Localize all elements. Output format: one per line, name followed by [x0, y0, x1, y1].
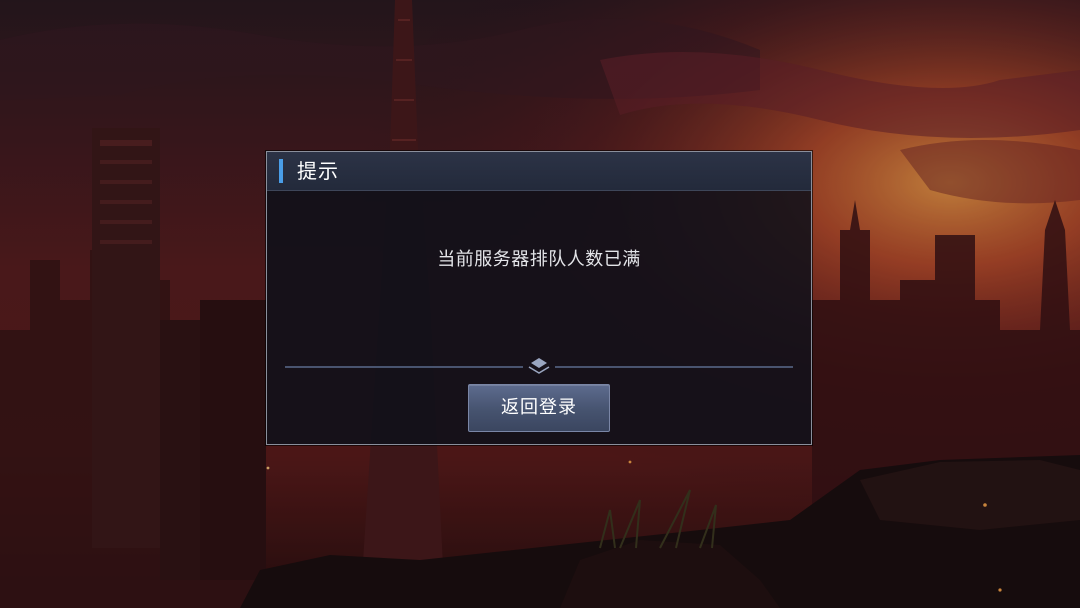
dialog-message: 当前服务器排队人数已满 — [437, 249, 641, 270]
dialog-divider — [285, 358, 793, 376]
notice-dialog: 提示 当前服务器排队人数已满 返回登录 — [266, 151, 812, 445]
header-accent-bar — [279, 159, 283, 183]
dialog-title: 提示 — [297, 159, 339, 183]
diamond-chevron-icon — [528, 358, 550, 374]
dialog-header: 提示 — [267, 152, 811, 191]
game-scene: 提示 当前服务器排队人数已满 返回登录 — [0, 0, 1080, 608]
return-login-button[interactable]: 返回登录 — [468, 384, 610, 432]
